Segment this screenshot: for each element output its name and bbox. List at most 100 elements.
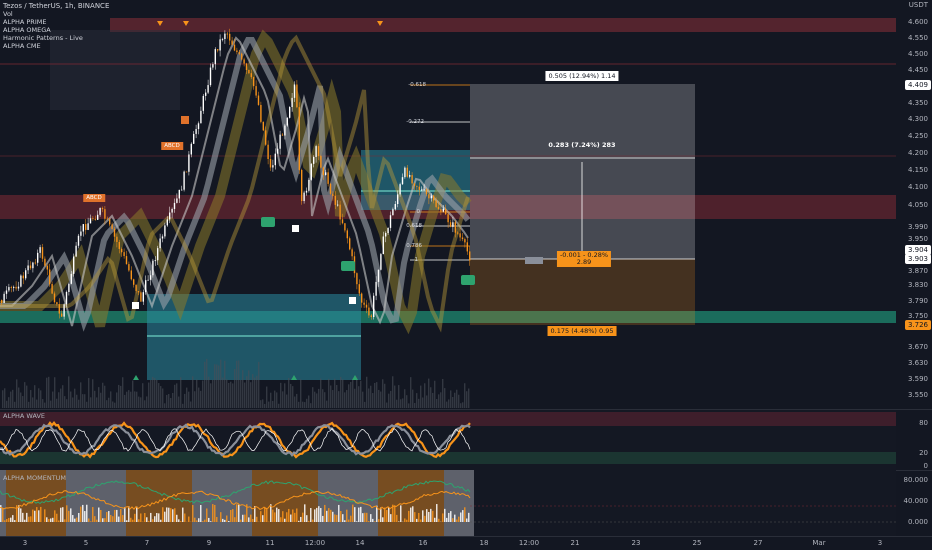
- volume-bar: [88, 378, 90, 408]
- momentum-bg-bar: [390, 470, 396, 536]
- price-chart[interactable]: [0, 0, 896, 408]
- momentum-bg-bar: [66, 470, 72, 536]
- candle-body: [317, 146, 320, 157]
- price-tick: 3.630: [907, 359, 928, 367]
- momentum-hist-bar: [362, 513, 364, 522]
- volume-bar: [440, 392, 442, 408]
- momentum-hist-bar: [6, 519, 8, 522]
- candle-body: [231, 40, 233, 45]
- volume-bar: [206, 358, 208, 408]
- candle-body: [17, 286, 20, 289]
- time-tick: 23: [631, 539, 641, 547]
- momentum-hist-bar: [146, 517, 148, 522]
- momentum-hist-bar: [182, 507, 184, 522]
- momentum-hist-bar: [454, 514, 456, 522]
- volume-bar: [434, 380, 436, 408]
- momentum-hist-bar: [130, 517, 132, 522]
- momentum-hist-bar: [54, 510, 56, 522]
- candle-body: [315, 146, 317, 157]
- price-tick: 3.590: [907, 375, 928, 383]
- alpha-momentum-chart[interactable]: [0, 470, 896, 536]
- momentum-bg-bar: [282, 470, 288, 536]
- candle-body: [279, 134, 281, 149]
- price-tick: 3.790: [907, 297, 928, 305]
- volume-bar: [352, 378, 354, 408]
- volume-bar: [398, 385, 400, 408]
- time-axis[interactable]: 3 5 7 9 11 12:00 14 16 18 12:00 21 23 25…: [0, 536, 932, 550]
- alpha-wave-pane[interactable]: ALPHA WAVE: [0, 410, 896, 470]
- volume-bar: [66, 399, 68, 408]
- momentum-hist-bar: [236, 504, 238, 522]
- momentum-bg-bar: [330, 470, 336, 536]
- candle-body: [413, 183, 416, 186]
- alpha-momentum-pane[interactable]: ALPHA MOMENTUM: [0, 470, 896, 536]
- volume-bar: [106, 400, 108, 408]
- momentum-bg-bar: [114, 470, 120, 536]
- indicator-vol[interactable]: Vol: [3, 10, 109, 18]
- candle-body: [51, 284, 53, 294]
- wave-scale[interactable]: 80 20 0: [896, 410, 932, 470]
- momentum-hist-bar: [312, 519, 314, 522]
- measure-neg-label: -0.001 - 0.28% 2.89: [556, 251, 612, 267]
- time-tick: 3: [877, 539, 883, 547]
- candle-body: [377, 269, 380, 282]
- volume-bar: [228, 382, 230, 408]
- momentum-hist-bar: [150, 512, 152, 522]
- volume-bar: [50, 400, 52, 408]
- momentum-hist-bar: [192, 504, 194, 522]
- momentum-hist-bar: [106, 512, 108, 522]
- momentum-bg-bar: [258, 470, 264, 536]
- symbol-title[interactable]: Tezos / TetherUS, 1h, BINANCE: [3, 2, 109, 10]
- volume-bar: [394, 385, 396, 408]
- volume-bar: [320, 378, 322, 408]
- momentum-hist-bar: [140, 513, 142, 522]
- alpha-wave-title[interactable]: ALPHA WAVE: [3, 412, 45, 420]
- candle-body: [262, 121, 264, 131]
- volume-bar: [304, 402, 306, 408]
- volume-bar: [448, 399, 450, 408]
- volume-bar: [18, 387, 20, 408]
- main-price-pane[interactable]: Tezos / TetherUS, 1h, BINANCE Vol ALPHA …: [0, 0, 896, 408]
- price-scale[interactable]: USDT 4.600 4.550 4.500 4.450 4.350 4.300…: [896, 0, 932, 408]
- volume-bar: [30, 390, 32, 408]
- volume-bar: [402, 398, 404, 408]
- price-tag-top: 4.409: [904, 80, 931, 90]
- momentum-scale[interactable]: 80.000 40.000 0.000: [896, 470, 932, 536]
- candle-body: [464, 239, 466, 243]
- momentum-hist-bar: [50, 518, 52, 522]
- momentum-hist-bar: [20, 508, 22, 522]
- volume-bar: [338, 391, 340, 408]
- volume-bar: [246, 376, 248, 408]
- momentum-hist-bar: [84, 511, 86, 522]
- volume-bar: [418, 398, 420, 408]
- volume-bar: [278, 403, 280, 408]
- volume-bar: [212, 379, 214, 408]
- candle-body: [327, 172, 329, 184]
- momentum-hist-bar: [98, 507, 100, 522]
- candle-body: [392, 209, 394, 216]
- momentum-hist-bar: [136, 506, 138, 522]
- volume-bar: [32, 397, 34, 408]
- candle-body: [313, 156, 315, 164]
- indicator-alpha-omega[interactable]: ALPHA OMEGA: [3, 26, 109, 34]
- measure-neg-label-line2: 2.89: [576, 258, 592, 266]
- indicator-alpha-cme[interactable]: ALPHA CME: [3, 42, 109, 50]
- alpha-wave-chart[interactable]: [0, 410, 896, 470]
- momentum-hist-bar: [414, 512, 416, 522]
- indicator-alpha-prime[interactable]: ALPHA PRIME: [3, 18, 109, 26]
- momentum-hist-bar: [2, 508, 4, 522]
- alpha-momentum-title[interactable]: ALPHA MOMENTUM: [3, 474, 66, 482]
- volume-bar: [4, 388, 6, 408]
- volume-bar: [78, 399, 80, 408]
- sell-signal-marker: [181, 116, 189, 124]
- momentum-hist-bar: [400, 505, 402, 522]
- indicator-harmonic[interactable]: Harmonic Patterns - Live: [3, 34, 109, 42]
- volume-bar: [140, 397, 142, 408]
- signal-marker: [292, 225, 299, 232]
- candle-body: [34, 262, 36, 264]
- momentum-hist-bar: [24, 519, 26, 522]
- momentum-hist-bar: [40, 506, 42, 522]
- volume-bar: [302, 401, 304, 408]
- volume-bar: [68, 376, 70, 408]
- price-tick: 4.500: [907, 50, 928, 58]
